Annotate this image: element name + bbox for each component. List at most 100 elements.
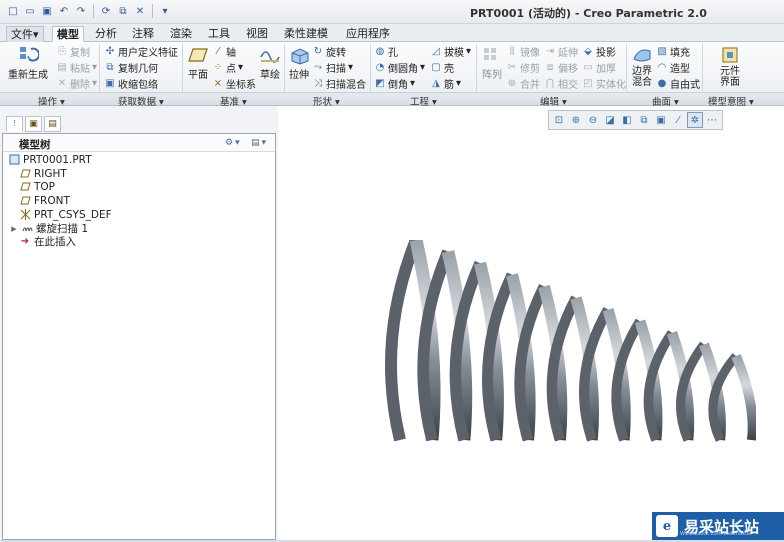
mirror-button[interactable]: ⫼ 镜像 bbox=[506, 44, 540, 59]
extrude-button[interactable]: 拉伸 bbox=[287, 44, 311, 81]
tab-applications[interactable]: 应用程序 bbox=[342, 26, 394, 42]
zoom-in-icon[interactable]: ⊕ bbox=[568, 112, 584, 128]
tab-file[interactable]: 文件▾ bbox=[6, 26, 44, 42]
windows-icon[interactable]: ⧉ bbox=[116, 4, 130, 18]
tab-analysis[interactable]: 分析 bbox=[91, 26, 121, 42]
delete-icon: ✕ bbox=[57, 77, 67, 89]
rib-icon: ◮ bbox=[432, 77, 440, 89]
freestyle-icon: ● bbox=[657, 77, 667, 89]
regenerate-icon[interactable]: ⟳ bbox=[99, 4, 113, 18]
tab-render[interactable]: 渲染 bbox=[166, 26, 196, 42]
merge-button[interactable]: ⊕ 合并 bbox=[506, 76, 540, 91]
shell-button[interactable]: ▢ 壳 bbox=[430, 60, 454, 75]
csys-icon bbox=[19, 209, 31, 221]
project-button[interactable]: ⬙ 投影 bbox=[582, 44, 616, 59]
customize-icon[interactable]: ▾ bbox=[158, 4, 172, 18]
tab-tools[interactable]: 工具 bbox=[204, 26, 234, 42]
draft-button[interactable]: ◿ 拔模 ▾ bbox=[430, 44, 471, 59]
datum-plane-icon bbox=[186, 44, 210, 66]
datum-plane-icon bbox=[19, 195, 31, 207]
tree-settings-button[interactable]: ⚙ ▾ bbox=[225, 137, 240, 149]
swept-blend-button[interactable]: ⤨ 扫描混合 bbox=[312, 76, 366, 91]
copy-icon: ⎘ bbox=[58, 45, 66, 57]
paste-button[interactable]: ▤ 粘贴 ▾ bbox=[56, 60, 97, 75]
expand-arrow-icon[interactable]: ▶ bbox=[10, 224, 18, 234]
tab-view[interactable]: 视图 bbox=[242, 26, 272, 42]
saved-orientations-icon[interactable]: ⧉ bbox=[636, 112, 652, 128]
tree-show-button[interactable]: ▤ ▾ bbox=[251, 137, 266, 149]
spring-model bbox=[385, 240, 756, 442]
csys-button[interactable]: ⨯ 坐标系 bbox=[212, 76, 256, 91]
round-button[interactable]: ◔ 倒圆角 ▾ bbox=[374, 60, 425, 75]
favorites-icon: ▤ bbox=[48, 119, 57, 129]
tree-item-top[interactable]: TOP bbox=[19, 180, 55, 193]
copy-button[interactable]: ⎘ 复制 bbox=[56, 44, 90, 59]
tab-model[interactable]: 模型 bbox=[52, 26, 84, 42]
new-icon[interactable]: □ bbox=[6, 4, 20, 18]
undo-icon[interactable]: ↶ bbox=[57, 4, 71, 18]
hole-button[interactable]: ◍ 孔 bbox=[374, 44, 398, 59]
toolbar-separator bbox=[152, 4, 153, 18]
tree-item-front[interactable]: FRONT bbox=[19, 194, 70, 207]
tree-item-right[interactable]: RIGHT bbox=[19, 167, 67, 180]
favorites-tab[interactable]: ▤ bbox=[44, 116, 61, 132]
sweep-icon: ⤳ bbox=[314, 61, 322, 73]
close-icon[interactable]: ✕ bbox=[133, 4, 147, 18]
save-icon[interactable]: ▣ bbox=[40, 4, 54, 18]
boundary-blend-icon bbox=[630, 44, 654, 66]
tab-flexible-modeling[interactable]: 柔性建模 bbox=[280, 26, 332, 42]
delete-button[interactable]: ✕ 删除 ▾ bbox=[56, 76, 97, 91]
pattern-button[interactable]: 阵列 bbox=[480, 44, 504, 81]
repaint-icon[interactable]: ◪ bbox=[602, 112, 618, 128]
pattern-icon bbox=[480, 44, 504, 66]
regenerate-button[interactable]: 重新生成 bbox=[8, 44, 48, 81]
title-bar: □ ▭ ▣ ↶ ↷ ⟳ ⧉ ✕ ▾ PRT0001 (活动的) - Creo P… bbox=[0, 0, 784, 24]
model-tree-tab[interactable]: ⁝ bbox=[6, 116, 23, 132]
redo-icon[interactable]: ↷ bbox=[74, 4, 88, 18]
datum-display-icon[interactable]: ⁄ bbox=[670, 112, 686, 128]
thicken-button[interactable]: ▭ 加厚 bbox=[582, 60, 616, 75]
display-style-icon[interactable]: ◧ bbox=[619, 112, 635, 128]
model-tree-icon: ⁝ bbox=[13, 119, 16, 129]
open-icon[interactable]: ▭ bbox=[23, 4, 37, 18]
sweep-button[interactable]: ⤳ 扫描 ▾ bbox=[312, 60, 353, 75]
shrinkwrap-button[interactable]: ▣ 收缩包络 bbox=[104, 76, 158, 91]
extend-button[interactable]: ⇥ 延伸 bbox=[544, 44, 578, 59]
point-button[interactable]: ⁘ 点 ▾ bbox=[212, 60, 243, 75]
style-button[interactable]: ◠ 造型 bbox=[656, 60, 690, 75]
ribbon-group-label-bar: 操作 ▾ 获取数据 ▾ 基准 ▾ 形状 ▾ 工程 ▾ 编辑 ▾ 曲面 ▾ 模型意… bbox=[0, 92, 784, 108]
ribbon-tab-bar: 文件▾ 模型 分析 注释 渲染 工具 视图 柔性建模 应用程序 bbox=[0, 24, 784, 42]
zoom-out-icon[interactable]: ⊖ bbox=[585, 112, 601, 128]
axis-button[interactable]: ⁄ 轴 bbox=[212, 44, 236, 59]
window-title: PRT0001 (活动的) - Creo Parametric 2.0 bbox=[470, 7, 707, 20]
view-manager-icon[interactable]: ▣ bbox=[653, 112, 669, 128]
regenerate-icon bbox=[16, 44, 40, 66]
copy-geometry-button[interactable]: ⧉ 复制几何 bbox=[104, 60, 158, 75]
rib-button[interactable]: ◮ 筋 ▾ bbox=[430, 76, 461, 91]
trim-button[interactable]: ✂ 修剪 bbox=[506, 60, 540, 75]
thicken-icon: ▭ bbox=[583, 61, 593, 73]
chamfer-button[interactable]: ◩ 倒角 ▾ bbox=[374, 76, 415, 91]
tab-annotate[interactable]: 注释 bbox=[128, 26, 158, 42]
offset-button[interactable]: ⧈ 偏移 bbox=[544, 60, 578, 75]
plane-button[interactable]: 平面 bbox=[186, 44, 210, 81]
freestyle-button[interactable]: ● 自由式 bbox=[656, 76, 700, 91]
component-interface-button[interactable]: 元件 界面 bbox=[718, 44, 742, 88]
intersect-button[interactable]: ⋂ 相交 bbox=[544, 76, 578, 91]
folder-browser-tab[interactable]: ▣ bbox=[25, 116, 42, 132]
tree-item-insert-here[interactable]: ➜ 在此插入 bbox=[19, 235, 76, 248]
tree-item-part[interactable]: PRT0001.PRT bbox=[8, 153, 92, 166]
revolve-button[interactable]: ↻ 旋转 bbox=[312, 44, 346, 59]
annotation-display-icon[interactable]: ⋯ bbox=[704, 112, 720, 128]
fill-button[interactable]: ▧ 填充 bbox=[656, 44, 690, 59]
model-tree-panel: 模型树 ⚙ ▾ ▤ ▾ PRT0001.PRT RIGHT TOP FRONT PR… bbox=[2, 133, 276, 540]
boundary-blend-button[interactable]: 边界 混合 bbox=[630, 44, 654, 88]
sketch-button[interactable]: 草绘 bbox=[258, 44, 282, 81]
spin-center-icon[interactable]: ✲ bbox=[687, 112, 703, 128]
solidify-button[interactable]: ◰ 实体化 bbox=[582, 76, 626, 91]
helical-sweep-icon bbox=[21, 223, 33, 235]
watermark-logo: e bbox=[656, 515, 678, 537]
tree-item-csys[interactable]: PRT_CSYS_DEF bbox=[19, 208, 112, 221]
udf-button[interactable]: ✣ 用户定义特征 bbox=[104, 44, 178, 59]
refit-icon[interactable]: ⊡ bbox=[551, 112, 567, 128]
